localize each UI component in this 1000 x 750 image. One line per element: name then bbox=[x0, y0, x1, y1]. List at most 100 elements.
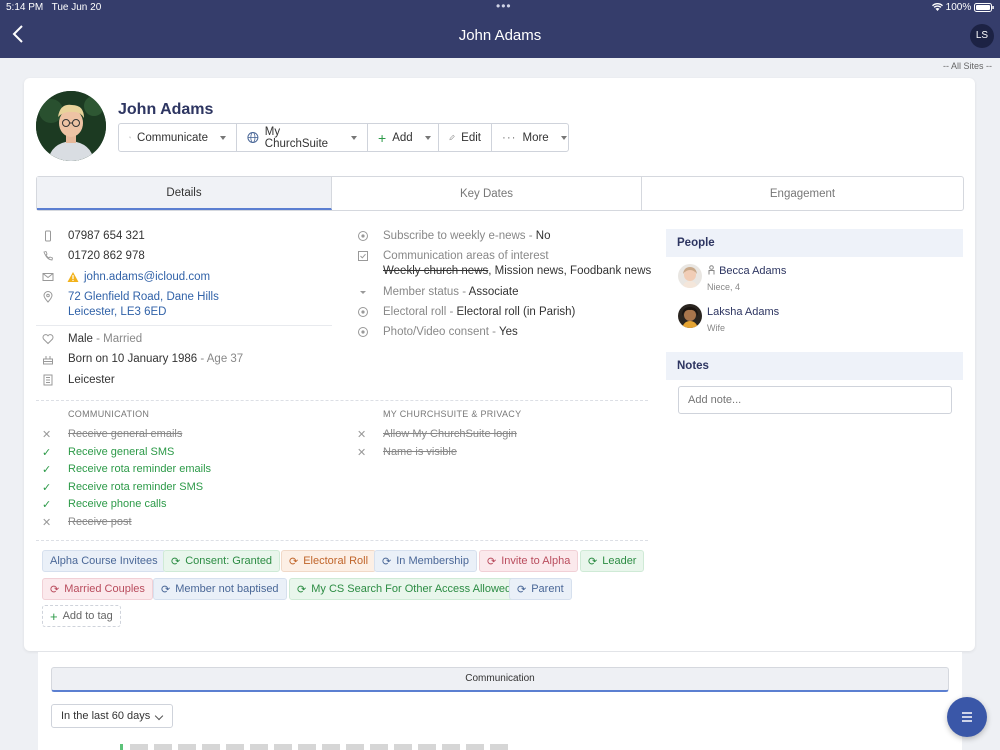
tag-chip[interactable]: ⟳ In Membership bbox=[374, 550, 477, 572]
user-avatar[interactable]: LS bbox=[970, 24, 994, 48]
more-label: More bbox=[522, 131, 549, 144]
phone-number[interactable]: 01720 862 978 bbox=[68, 250, 145, 262]
tag-chip[interactable]: ⟳ Consent: Granted bbox=[163, 550, 281, 572]
churchsuite-button[interactable]: My ChurchSuite bbox=[237, 124, 368, 151]
chevron-down-icon bbox=[560, 135, 567, 140]
edit-button[interactable]: Edit bbox=[439, 124, 492, 151]
tab-details[interactable]: Details bbox=[37, 177, 332, 210]
ellipsis-icon: ··· bbox=[502, 131, 517, 144]
preference-item: Receive phone calls bbox=[68, 498, 167, 510]
tag-chip[interactable]: ⟳ Member not baptised bbox=[153, 578, 287, 600]
mobile-phone-icon bbox=[45, 230, 51, 242]
tag-label: My CS Search For Other Access Allowed bbox=[311, 583, 512, 595]
tag-label: Married Couples bbox=[64, 583, 145, 595]
plus-icon: + bbox=[378, 129, 387, 146]
add-to-tag-button[interactable]: + Add to tag bbox=[42, 605, 121, 627]
tag-label: Alpha Course Invitees bbox=[50, 555, 158, 567]
refresh-icon: ⟳ bbox=[382, 555, 392, 568]
refresh-icon: ⟳ bbox=[517, 583, 527, 596]
people-heading: People bbox=[666, 229, 963, 257]
avatar[interactable] bbox=[678, 304, 702, 328]
member-status-field: Member status - Associate bbox=[383, 286, 519, 298]
email-address[interactable]: john.adams@icloud.com bbox=[84, 271, 210, 283]
subscribe-field: Subscribe to weekly e-news - No bbox=[383, 230, 551, 242]
cross-icon: ✕ bbox=[357, 429, 367, 441]
warning-icon bbox=[67, 272, 79, 282]
radio-icon bbox=[358, 327, 368, 337]
preference-item: Receive general SMS bbox=[68, 445, 175, 458]
refresh-icon: ⟳ bbox=[289, 555, 299, 568]
chevron-down-icon bbox=[424, 135, 431, 140]
more-button[interactable]: ··· More bbox=[492, 124, 568, 151]
timeline-marker bbox=[120, 744, 123, 750]
tag-label: Leader bbox=[602, 555, 637, 567]
edit-label: Edit bbox=[461, 131, 481, 144]
electoral-roll-field: Electoral roll - Electoral roll (in Pari… bbox=[383, 306, 576, 318]
tag-chip[interactable]: ⟳ Parent bbox=[509, 578, 572, 600]
status-time: 5:14 PM Tue Jun 20 bbox=[6, 2, 102, 13]
churchsuite-label: My ChurchSuite bbox=[264, 125, 329, 150]
wifi-icon bbox=[931, 3, 943, 12]
period-select[interactable]: In the last 60 days bbox=[51, 704, 173, 728]
site-filter[interactable]: -- All Sites -- bbox=[943, 61, 992, 71]
privacy-heading: MY CHURCHSUITE & PRIVACY bbox=[383, 409, 522, 419]
chevron-down-icon bbox=[220, 135, 226, 140]
chevron-down-icon bbox=[351, 135, 357, 140]
tag-label: Invite to Alpha bbox=[501, 555, 571, 567]
building-icon bbox=[43, 374, 53, 386]
divider bbox=[36, 540, 648, 541]
address-line-2[interactable]: Leicester, LE3 6ED bbox=[68, 306, 166, 318]
communicate-label: Communicate bbox=[137, 131, 208, 144]
tag-label: Parent bbox=[531, 583, 564, 595]
check-icon: ✓ bbox=[42, 481, 52, 494]
notes-heading: Notes bbox=[666, 352, 963, 380]
map-pin-icon bbox=[43, 291, 53, 303]
refresh-icon: ⟳ bbox=[171, 555, 181, 568]
tag-chip[interactable]: ⟳ Invite to Alpha bbox=[479, 550, 579, 572]
checkbox-icon bbox=[358, 251, 368, 261]
tab-communication[interactable]: Communication bbox=[51, 667, 949, 692]
tag-chip[interactable]: Alpha Course Invitees bbox=[42, 550, 166, 572]
add-note-input[interactable] bbox=[678, 386, 952, 414]
preference-item: Name is visible bbox=[383, 445, 457, 458]
cake-icon bbox=[43, 356, 53, 365]
child-icon bbox=[708, 265, 715, 275]
add-label: Add bbox=[392, 131, 413, 144]
add-to-tag-label: Add to tag bbox=[62, 610, 113, 622]
tab-engagement[interactable]: Engagement bbox=[642, 177, 963, 210]
status-bar: 5:14 PM Tue Jun 20 ••• 100% bbox=[6, 0, 994, 16]
multitask-dots-icon[interactable]: ••• bbox=[496, 0, 512, 13]
person-link[interactable]: Becca Adams bbox=[707, 265, 786, 277]
tab-bar: Details Key Dates Engagement bbox=[36, 176, 964, 211]
communicate-button[interactable]: Communicate bbox=[119, 124, 237, 151]
tag-chip[interactable]: ⟳ Leader bbox=[580, 550, 645, 572]
cross-icon: ✕ bbox=[357, 446, 367, 459]
tag-chip[interactable]: ⟳ Electoral Roll bbox=[281, 550, 377, 572]
heart-icon bbox=[42, 334, 54, 345]
avatar[interactable] bbox=[678, 264, 702, 288]
dropdown-icon bbox=[360, 291, 366, 294]
divider bbox=[36, 400, 648, 401]
menu-button[interactable] bbox=[947, 697, 987, 737]
person-link[interactable]: Laksha Adams bbox=[707, 306, 779, 318]
pencil-icon bbox=[449, 134, 455, 141]
check-icon: ✓ bbox=[42, 446, 52, 459]
birth-date: Born on 10 January 1986 - Age 37 bbox=[68, 353, 244, 365]
comm-areas-value: Weekly church news, Mission news, Foodba… bbox=[383, 265, 652, 277]
preference-item: Receive post bbox=[68, 515, 132, 528]
tab-key-dates[interactable]: Key Dates bbox=[332, 177, 642, 210]
cross-icon: ✕ bbox=[42, 429, 52, 441]
page-title: John Adams bbox=[458, 27, 542, 44]
person-relation: Niece, 4 bbox=[707, 282, 741, 292]
address-line-1[interactable]: 72 Glenfield Road, Dane Hills bbox=[68, 291, 219, 303]
radio-icon bbox=[358, 231, 368, 241]
tag-chip[interactable]: ⟳ My CS Search For Other Access Allowed bbox=[289, 578, 520, 600]
check-icon: ✓ bbox=[42, 464, 52, 476]
add-button[interactable]: + Add bbox=[368, 124, 439, 151]
radio-icon bbox=[358, 307, 368, 317]
mobile-number[interactable]: 07987 654 321 bbox=[68, 230, 145, 242]
envelope-icon bbox=[42, 273, 54, 281]
globe-icon bbox=[247, 132, 259, 143]
tag-chip[interactable]: ⟳ Married Couples bbox=[42, 578, 153, 600]
check-icon: ✓ bbox=[42, 499, 52, 511]
